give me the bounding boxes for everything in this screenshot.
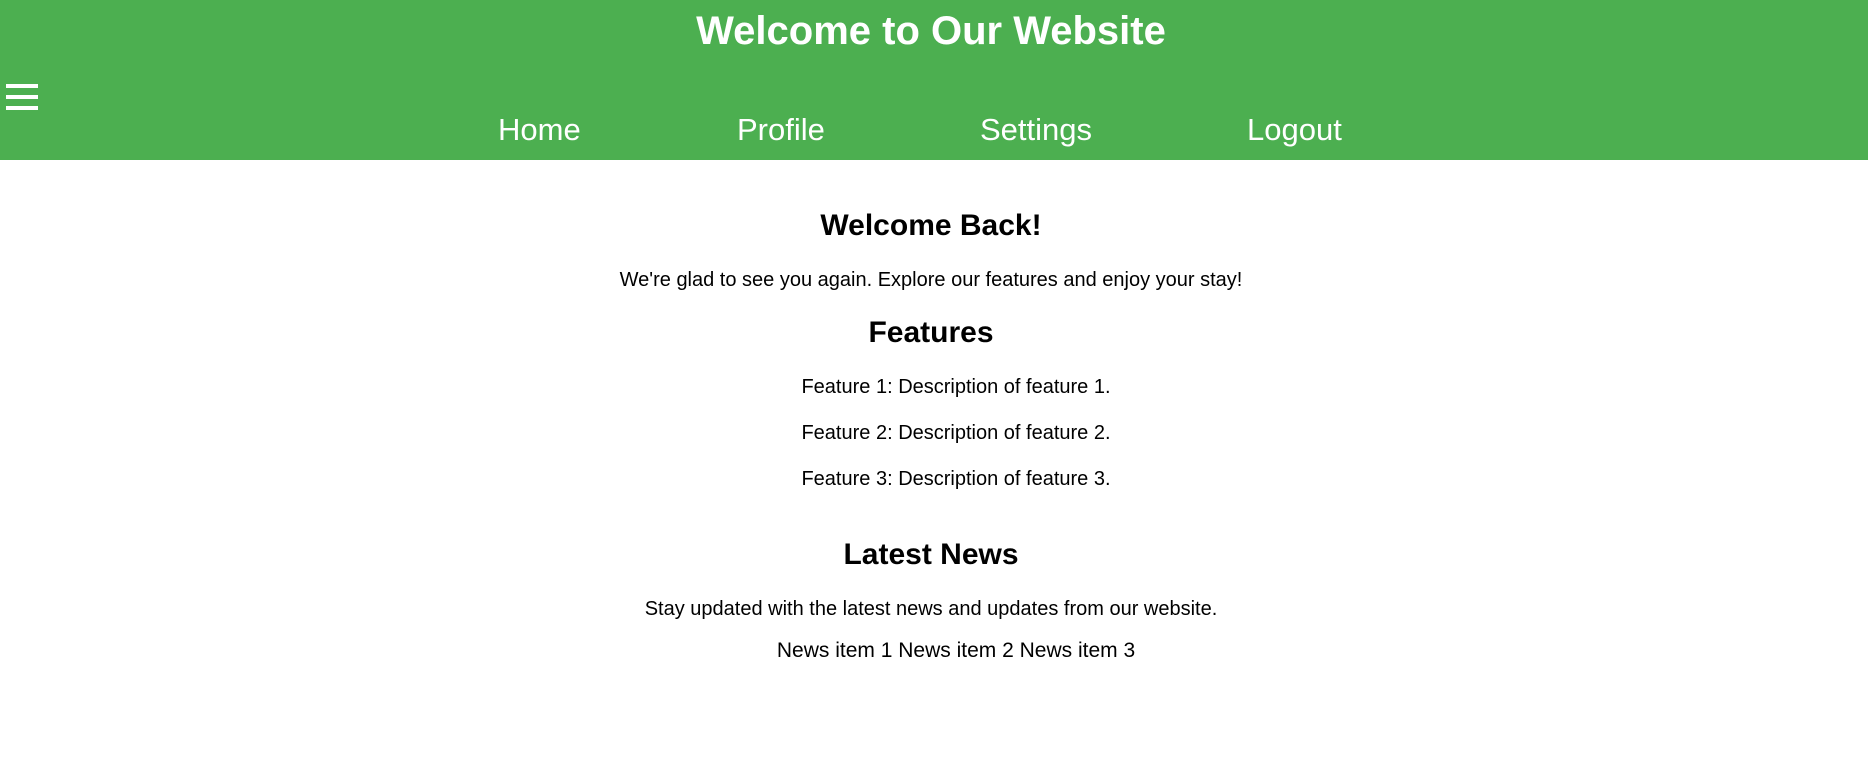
- news-item-2: News item 2: [898, 639, 1014, 662]
- hamburger-menu-icon[interactable]: [6, 82, 38, 112]
- news-heading: Latest News: [843, 538, 1019, 571]
- news-text: Stay updated with the latest news and up…: [644, 598, 1218, 620]
- features-heading: Features: [868, 316, 994, 349]
- menu-bar-top: [6, 84, 38, 88]
- menu-bar-middle: [6, 95, 38, 99]
- feature-item-1: Feature 1: Description of feature 1.: [801, 376, 1111, 398]
- menu-bar-bottom: [6, 106, 38, 110]
- feature-item-2: Feature 2: Description of feature 2.: [801, 422, 1111, 444]
- news-item-3: News item 3: [1019, 639, 1136, 662]
- news-items: News item 1 News item 2 News item 3: [0, 638, 1868, 664]
- welcome-text: We're glad to see you again. Explore our…: [619, 269, 1243, 291]
- nav-link-settings[interactable]: Settings: [980, 110, 1092, 150]
- welcome-heading: Welcome Back!: [820, 209, 1042, 242]
- news-item-1: News item 1: [776, 639, 893, 662]
- feature-item-3: Feature 3: Description of feature 3.: [801, 468, 1111, 490]
- nav-link-home[interactable]: Home: [498, 110, 581, 150]
- nav-link-logout[interactable]: Logout: [1247, 110, 1342, 150]
- nav-link-profile[interactable]: Profile: [737, 110, 825, 150]
- site-header: Welcome to Our Website Home Profile Sett…: [0, 0, 1868, 160]
- site-title: Welcome to Our Website: [696, 9, 1166, 53]
